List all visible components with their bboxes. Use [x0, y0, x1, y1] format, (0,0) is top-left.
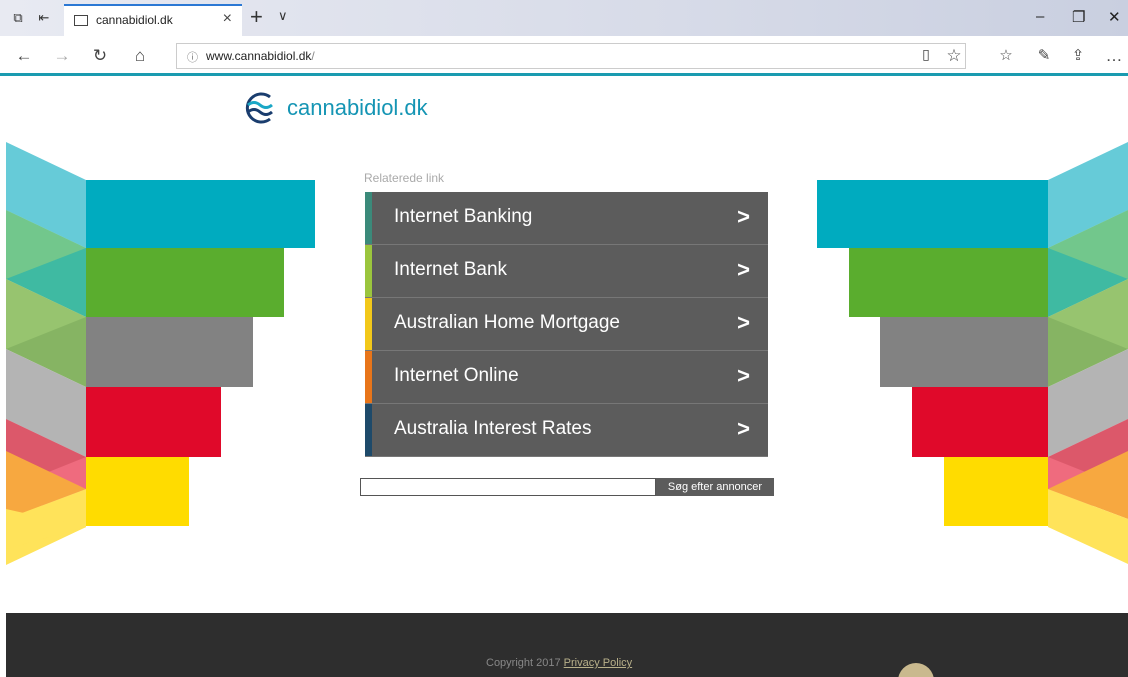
tab-title: cannabidiol.dk	[96, 13, 173, 27]
chevron-right-icon: >	[737, 204, 750, 229]
close-tab-icon[interactable]: ×	[223, 10, 232, 28]
page-favicon-icon	[74, 15, 88, 26]
site-info-icon[interactable]: ⓘ	[187, 49, 198, 65]
address-bar: ← → ↻ ⌂ ⓘ www.cannabidiol.dk/ ▯ ☆ ☆ ✎ ⇪ …	[0, 36, 1128, 76]
link-accent-bar	[365, 404, 372, 456]
search-ads-button[interactable]: Søg efter annoncer	[656, 478, 774, 496]
link-label: Australia Interest Rates	[394, 418, 592, 439]
wave-logo-icon	[245, 92, 273, 124]
link-label: Australian Home Mortgage	[394, 312, 620, 333]
maximize-button[interactable]: ❐	[1072, 8, 1085, 26]
more-menu-icon[interactable]: …	[1104, 46, 1124, 66]
related-link-internet-banking[interactable]: Internet Banking >	[365, 192, 768, 245]
web-page: cannabidiol.dk Relaterede link Internet …	[0, 79, 1128, 677]
related-links-list: Internet Banking > Internet Bank > Austr…	[365, 192, 768, 457]
related-link-internet-bank[interactable]: Internet Bank >	[365, 245, 768, 298]
ad-search: Søg efter annoncer	[360, 478, 774, 496]
browser-tab[interactable]: cannabidiol.dk ×	[64, 4, 242, 36]
title-bar: ⧉ ⇤ cannabidiol.dk × + ∨ – ❐ ✕	[0, 0, 1128, 36]
link-label: Internet Bank	[394, 259, 508, 280]
privacy-policy-link[interactable]: Privacy Policy	[564, 657, 632, 669]
reading-view-icon[interactable]: ▯	[916, 46, 936, 63]
set-aside-tabs-icon[interactable]: ⇤	[36, 10, 52, 26]
search-input[interactable]	[360, 478, 656, 496]
related-link-internet-online[interactable]: Internet Online >	[365, 351, 768, 404]
chevron-right-icon: >	[737, 416, 750, 441]
back-icon[interactable]: ←	[14, 46, 34, 66]
forward-icon[interactable]: →	[52, 46, 72, 66]
link-label: Internet Banking	[394, 206, 533, 227]
url-text: www.cannabidiol.dk/	[206, 49, 315, 63]
tab-manager-icon[interactable]: ⧉	[10, 10, 26, 26]
chevron-down-icon[interactable]: ∨	[278, 8, 288, 24]
share-icon[interactable]: ⇪	[1068, 46, 1088, 64]
logo-text: cannabidiol.dk	[287, 95, 428, 120]
favorite-star-icon[interactable]: ☆	[944, 46, 964, 66]
link-accent-bar	[365, 192, 372, 244]
refresh-icon[interactable]: ↻	[90, 46, 110, 66]
related-links-heading: Relaterede link	[364, 171, 445, 185]
link-accent-bar	[365, 298, 372, 350]
url-field[interactable]: ⓘ www.cannabidiol.dk/	[176, 43, 966, 69]
related-link-australia-interest-rates[interactable]: Australia Interest Rates >	[365, 404, 768, 457]
pen-notes-icon[interactable]: ✎	[1034, 46, 1054, 64]
new-tab-button[interactable]: +	[250, 4, 263, 30]
link-label: Internet Online	[394, 365, 519, 386]
link-accent-bar	[365, 351, 372, 403]
footer-badge	[898, 663, 934, 677]
chevron-right-icon: >	[737, 310, 750, 335]
related-link-australian-home-mortgage[interactable]: Australian Home Mortgage >	[365, 298, 768, 351]
copyright-text: Copyright 2017 Privacy Policy	[486, 657, 633, 669]
favorites-hub-icon[interactable]: ☆	[996, 46, 1016, 64]
close-window-button[interactable]: ✕	[1108, 8, 1121, 26]
link-accent-bar	[365, 245, 372, 297]
chevron-right-icon: >	[737, 257, 750, 282]
page-footer: Copyright 2017 Privacy Policy	[6, 613, 1128, 677]
minimize-button[interactable]: –	[1036, 8, 1044, 25]
home-icon[interactable]: ⌂	[130, 46, 150, 66]
chevron-right-icon: >	[737, 363, 750, 388]
